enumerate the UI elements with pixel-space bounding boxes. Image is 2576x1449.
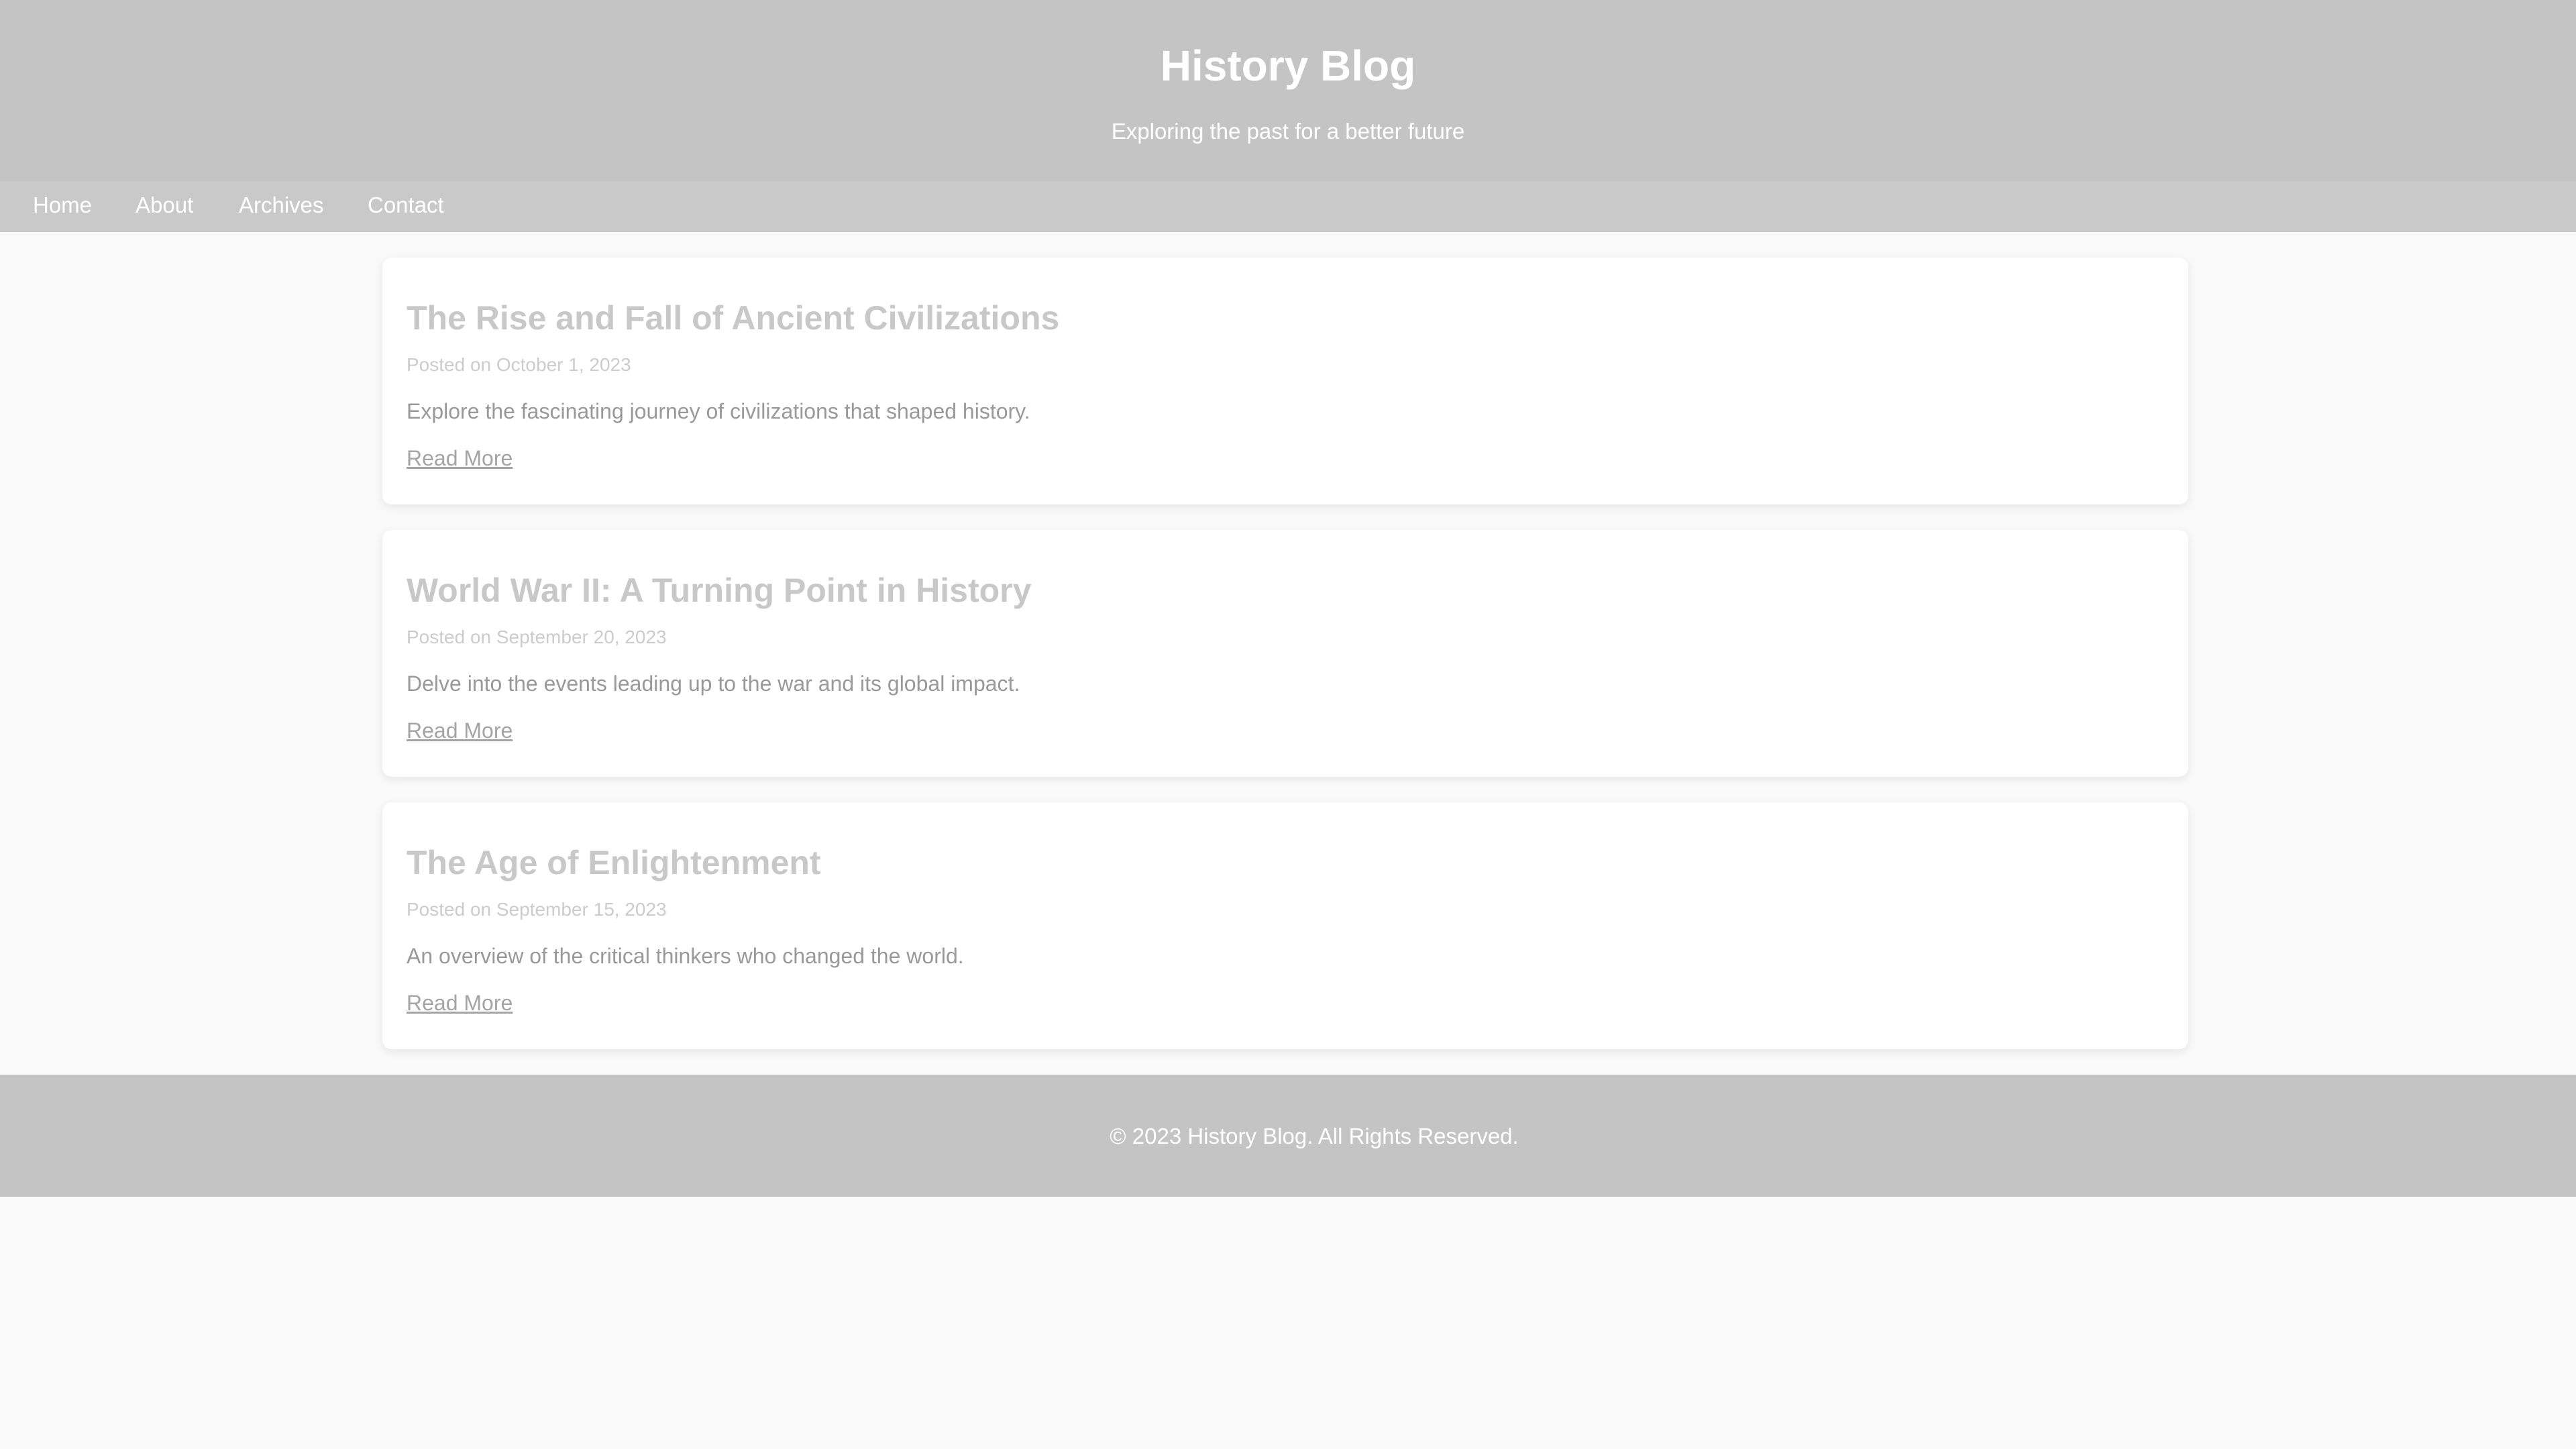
site-tagline: Exploring the past for a better future — [1111, 119, 1465, 144]
site-header: History Blog Exploring the past for a be… — [0, 0, 2576, 181]
main-nav: Home About Archives Contact — [0, 181, 2576, 232]
footer-copyright: © 2023 History Blog. All Rights Reserved… — [1110, 1124, 1519, 1148]
post-title: The Rise and Fall of Ancient Civilizatio… — [407, 299, 1060, 337]
post-excerpt: Delve into the events leading up to the … — [407, 672, 1020, 696]
read-more-link[interactable]: Read More — [407, 716, 513, 745]
post-card: The Age of Enlightenment Posted on Septe… — [382, 802, 2188, 1049]
post-date: Posted on September 20, 2023 — [407, 627, 667, 647]
post-list: The Rise and Fall of Ancient Civilizatio… — [0, 232, 2576, 1075]
read-more-link[interactable]: Read More — [407, 444, 513, 472]
read-more-link[interactable]: Read More — [407, 989, 513, 1017]
post-date: Posted on October 1, 2023 — [407, 354, 631, 375]
post-title: The Age of Enlightenment — [407, 844, 821, 881]
nav-item-archives[interactable]: Archives — [239, 181, 324, 232]
nav-item-contact[interactable]: Contact — [368, 181, 444, 232]
post-card: World War II: A Turning Point in History… — [382, 530, 2188, 777]
site-title: History Blog — [1160, 42, 1416, 90]
post-excerpt: Explore the fascinating journey of civil… — [407, 399, 1030, 423]
site-footer: © 2023 History Blog. All Rights Reserved… — [0, 1075, 2576, 1197]
post-date: Posted on September 15, 2023 — [407, 899, 667, 920]
post-excerpt: An overview of the critical thinkers who… — [407, 944, 964, 968]
nav-item-home[interactable]: Home — [33, 181, 92, 232]
nav-item-about[interactable]: About — [136, 181, 193, 232]
post-card: The Rise and Fall of Ancient Civilizatio… — [382, 258, 2188, 504]
post-title: World War II: A Turning Point in History — [407, 572, 1032, 609]
